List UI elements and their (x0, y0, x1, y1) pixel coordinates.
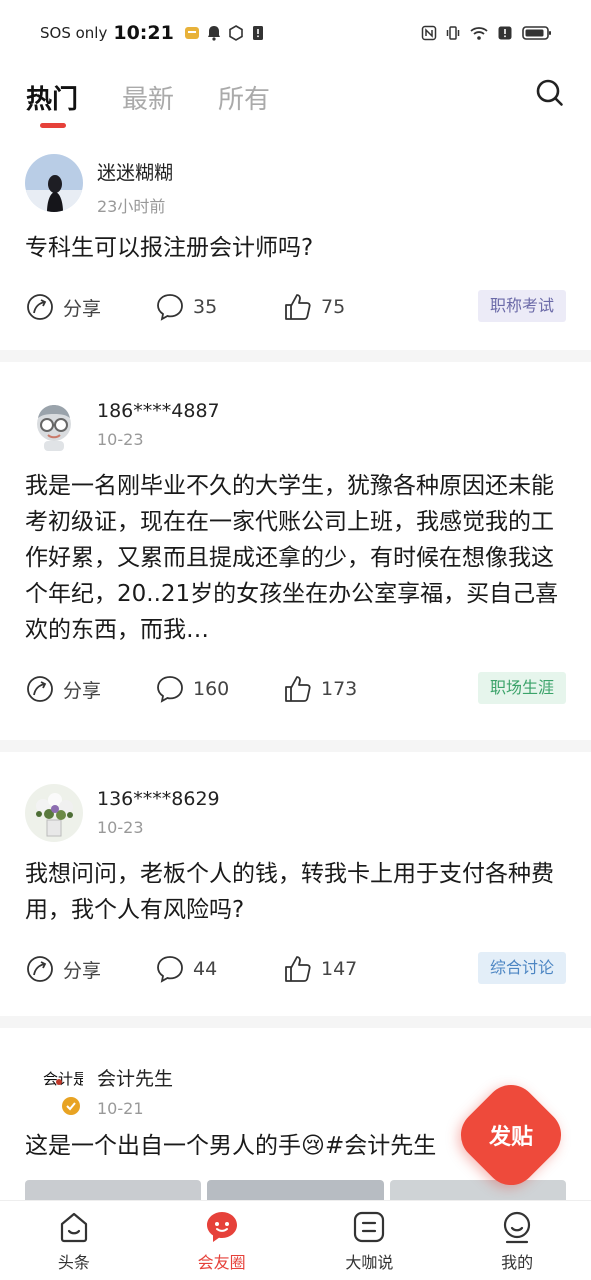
post-actions: 分享 44 147 综合讨论 (25, 928, 566, 1010)
post-card[interactable]: 136****8629 10-23 我想问问，老板个人的钱，转我卡上用于支付各种… (0, 752, 591, 1016)
search-icon[interactable] (535, 78, 565, 108)
comment-button[interactable]: 35 (155, 292, 283, 322)
thumbs-up-icon (285, 294, 311, 320)
tab-latest[interactable]: 最新 (122, 79, 174, 116)
status-left: SOS only 10:21 (40, 22, 266, 44)
avatar[interactable] (25, 154, 83, 212)
post-feed[interactable]: 迷迷糊糊 23小时前 专科生可以报注册会计师吗? 分享 35 75 职称考试 1… (0, 128, 591, 1200)
alert-icon (498, 26, 512, 40)
carrier-text: SOS only (40, 24, 108, 42)
avatar[interactable] (25, 396, 83, 454)
thumbs-up-icon (285, 676, 311, 702)
like-count: 173 (321, 678, 358, 700)
username[interactable]: 136****8629 (97, 788, 220, 810)
username[interactable]: 会计先生 (97, 1064, 173, 1091)
talk-icon (354, 1211, 385, 1242)
share-button[interactable]: 分享 (25, 292, 155, 322)
profile-icon (504, 1211, 531, 1243)
post-card[interactable]: 186****4887 10-23 我是一名刚毕业不久的大学生，犹豫各种原因还未… (0, 362, 591, 740)
tab-all[interactable]: 所有 (218, 79, 270, 116)
post-time: 23小时前 (97, 197, 166, 216)
share-icon (27, 676, 53, 702)
clock: 10:21 (113, 22, 174, 44)
comment-count: 35 (193, 296, 218, 318)
like-button[interactable]: 173 (283, 674, 357, 704)
nav-label: 大咖说 (345, 1252, 394, 1272)
post-content[interactable]: 专科生可以报注册会计师吗? (25, 224, 566, 266)
thumbs-up-icon (285, 956, 311, 982)
post-content[interactable]: 我想问问，老板个人的钱，转我卡上用于支付各种费用，我个人有风险吗? (25, 856, 566, 928)
share-label: 分享 (63, 959, 102, 982)
nav-profile[interactable]: 我的 (443, 1201, 591, 1280)
status-bar: SOS only 10:21 (0, 0, 591, 66)
svg-text:会计是: 会计是 (43, 1070, 83, 1088)
like-button[interactable]: 147 (283, 954, 357, 984)
post-image[interactable] (25, 1180, 202, 1200)
comment-button[interactable]: 160 (155, 674, 283, 704)
share-icon (27, 956, 53, 982)
post-header: 迷迷糊糊 23小时前 (25, 128, 566, 224)
comment-icon (157, 294, 183, 321)
nav-label: 我的 (501, 1252, 534, 1272)
username[interactable]: 迷迷糊糊 (97, 158, 173, 185)
post-image[interactable] (207, 1180, 384, 1200)
home-icon (60, 1212, 87, 1242)
nav-label: 会友圈 (197, 1252, 246, 1272)
post-time: 10-21 (97, 1099, 144, 1118)
share-label: 分享 (63, 679, 102, 702)
new-post-label[interactable]: 发贴 (468, 1092, 554, 1178)
topic-tag[interactable]: 职场生涯 (477, 672, 566, 704)
post-image[interactable] (389, 1180, 566, 1200)
comment-icon (157, 676, 183, 703)
post-card[interactable]: 迷迷糊糊 23小时前 专科生可以报注册会计师吗? 分享 35 75 职称考试 (0, 128, 591, 350)
comment-count: 44 (193, 958, 218, 980)
nfc-icon (421, 25, 437, 41)
avatar[interactable] (25, 784, 83, 842)
avatar[interactable]: 会计是 (25, 1060, 88, 1118)
share-label: 分享 (63, 297, 102, 320)
tab-hot[interactable]: 热门 (26, 79, 78, 128)
topic-tag[interactable]: 综合讨论 (477, 952, 566, 984)
post-actions: 分享 35 75 职称考试 (25, 266, 566, 348)
bottom-nav: 头条 会友圈 大咖说 我的 (0, 1200, 591, 1280)
share-button[interactable]: 分享 (25, 954, 155, 984)
post-content[interactable]: 我是一名刚毕业不久的大学生，犹豫各种原因还未能考初级证，现在在一家代账公司上班，… (25, 468, 566, 648)
chat-face-icon (206, 1211, 237, 1242)
nav-headlines[interactable]: 头条 (0, 1201, 148, 1280)
comment-count: 160 (193, 678, 230, 700)
sim-alert-icon (252, 26, 263, 40)
post-time: 10-23 (97, 430, 144, 449)
share-button[interactable]: 分享 (25, 674, 155, 704)
post-image-strip[interactable] (25, 1180, 566, 1200)
hexagon-icon (229, 25, 243, 41)
app-notification-icon (184, 27, 199, 39)
post-time: 10-23 (97, 818, 144, 837)
like-count: 75 (321, 296, 346, 318)
username[interactable]: 186****4887 (97, 400, 220, 422)
comment-button[interactable]: 44 (155, 954, 283, 984)
post-actions: 分享 160 173 职场生涯 (25, 648, 566, 730)
comment-icon (157, 956, 183, 983)
vibrate-icon (446, 26, 460, 40)
like-button[interactable]: 75 (283, 292, 345, 322)
nav-circle[interactable]: 会友圈 (148, 1201, 296, 1280)
topic-tag[interactable]: 职称考试 (477, 290, 566, 322)
status-right (421, 25, 553, 41)
nav-label: 头条 (57, 1252, 90, 1272)
share-icon (27, 294, 53, 320)
wifi-icon (470, 27, 488, 40)
post-header: 136****8629 10-23 (25, 752, 566, 856)
nav-experts[interactable]: 大咖说 (296, 1201, 444, 1280)
bell-icon (207, 26, 220, 41)
feed-tabs: 热门 最新 所有 (0, 66, 591, 128)
post-header: 186****4887 10-23 (25, 362, 566, 468)
like-count: 147 (321, 958, 358, 980)
battery-icon (522, 26, 551, 40)
